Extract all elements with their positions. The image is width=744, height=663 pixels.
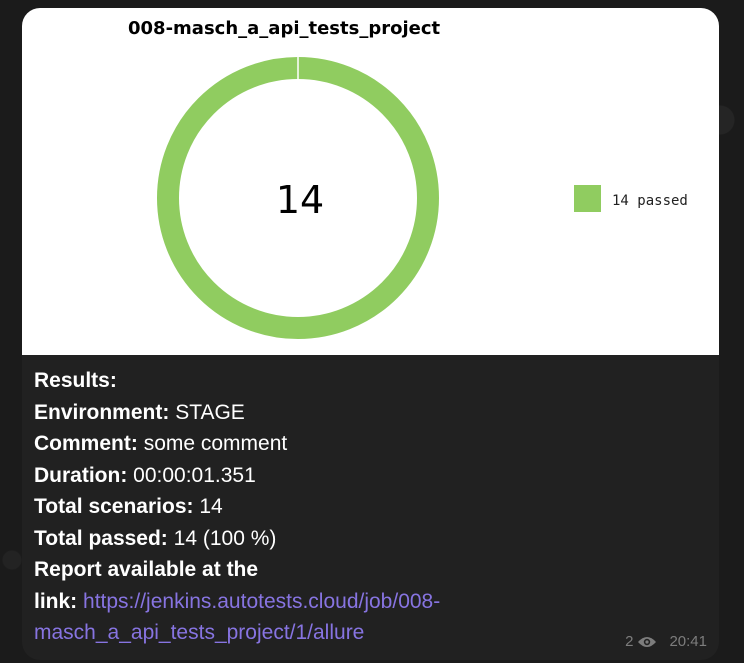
results-line: Results: <box>34 365 704 397</box>
message-time: 20:41 <box>669 633 707 650</box>
chart-title: 008-masch_a_api_tests_project <box>128 18 441 39</box>
message-bubble[interactable]: 008-masch_a_api_tests_project 14 14 pass… <box>22 8 719 660</box>
environment-line: Environment: STAGE <box>34 397 704 429</box>
report-link-part1[interactable]: https://jenkins.autotests.cloud/job/008- <box>83 590 440 613</box>
donut-chart: 008-masch_a_api_tests_project 14 14 pass… <box>128 18 688 339</box>
environment-value: STAGE <box>175 400 245 424</box>
report-line: Report available at the <box>34 554 704 586</box>
comment-value: some comment <box>143 432 288 455</box>
eye-icon <box>638 636 657 647</box>
comment-line: Comment: some comment <box>34 428 704 460</box>
total-passed-label: Total passed: <box>34 526 168 550</box>
legend-label-passed: 14 passed <box>612 193 688 209</box>
legend-swatch-passed <box>574 185 601 212</box>
chart-center-value: 14 <box>276 178 324 222</box>
total-passed-line: Total passed: 14 (100 %) <box>34 523 704 555</box>
view-count: 2 <box>625 633 634 650</box>
report-label: Report available at the <box>34 558 259 581</box>
report-link-line: link: https://jenkins.autotests.cloud/jo… <box>34 586 704 618</box>
environment-label: Environment: <box>34 400 170 424</box>
message-text: Results: Environment: STAGE Comment: som… <box>34 365 704 649</box>
report-link-part2[interactable]: masch_a_api_tests_project/1/allure <box>34 621 364 644</box>
total-scenarios-label: Total scenarios: <box>34 495 194 518</box>
message-meta: 2 20:41 <box>625 633 707 650</box>
report-link[interactable]: https://jenkins.autotests.cloud/job/008- <box>83 590 440 613</box>
report-link-cont[interactable]: masch_a_api_tests_project/1/allure <box>34 621 364 644</box>
total-scenarios-line: Total scenarios: 14 <box>34 491 704 523</box>
duration-label: Duration: <box>34 463 128 487</box>
duration-value: 00:00:01.351 <box>133 463 256 487</box>
comment-label: Comment: <box>34 432 138 455</box>
total-scenarios-value: 14 <box>199 495 223 518</box>
link-label: link: <box>34 589 78 613</box>
report-image[interactable]: 008-masch_a_api_tests_project 14 14 pass… <box>22 8 719 355</box>
total-passed-value: 14 (100 %) <box>173 526 277 550</box>
report-link-line2: masch_a_api_tests_project/1/allure <box>34 617 704 649</box>
results-label: Results: <box>34 369 117 392</box>
duration-line: Duration: 00:00:01.351 <box>34 460 704 492</box>
